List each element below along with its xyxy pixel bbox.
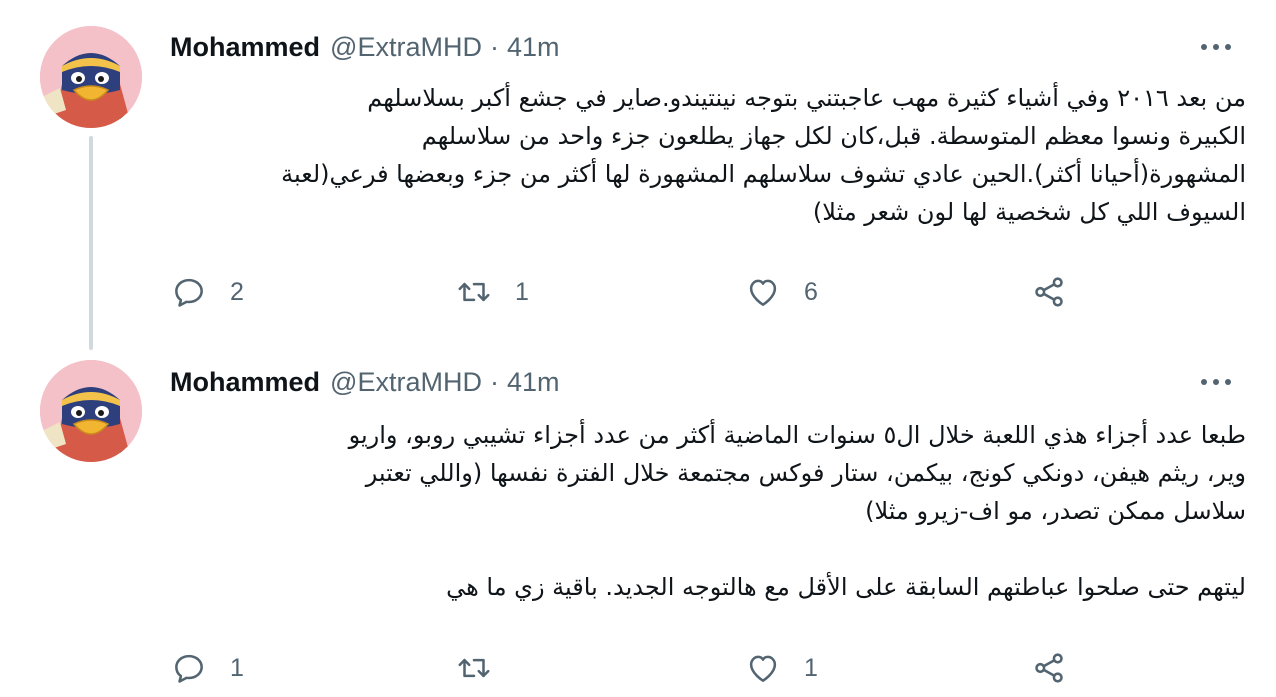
heart-icon	[749, 655, 777, 682]
tweet-text-line: الكبيرة ونسوا معظم المتوسطة. قبل،كان لكل…	[421, 122, 1246, 150]
tweet-actions: 1 1	[170, 648, 1236, 688]
reply-icon	[175, 278, 203, 307]
tweet[interactable]: Mohammed @ExtraMHD · 41m طبعا عدد أجزاء …	[0, 338, 1276, 697]
reply-count: 2	[230, 277, 244, 306]
share-icon	[1035, 653, 1063, 683]
more-horizontal-icon	[1201, 379, 1231, 385]
like-button[interactable]: 1	[744, 648, 818, 688]
tweet-text-line: وير، ريثم هيفن، دونكي كونج، بيكمن، ستار …	[365, 459, 1246, 487]
retweet-button[interactable]: 1	[455, 272, 529, 312]
retweet-icon	[458, 282, 490, 302]
reply-button[interactable]: 2	[170, 272, 244, 312]
author-name[interactable]: Mohammed	[170, 32, 320, 63]
heart-icon	[749, 279, 777, 306]
like-count: 6	[804, 277, 818, 306]
like-count: 1	[804, 653, 818, 682]
tweet-thread: Mohammed @ExtraMHD · 41m من بعد ٢٠١٦ وفي…	[0, 0, 1276, 697]
retweet-count: 1	[515, 277, 529, 306]
share-button[interactable]	[1030, 272, 1068, 312]
header-separator: ·	[489, 366, 499, 397]
like-button[interactable]: 6	[744, 272, 818, 312]
author-handle[interactable]: @ExtraMHD	[330, 32, 482, 63]
more-horizontal-icon	[1201, 44, 1231, 50]
tweet-text-line: ليتهم حتى صلحوا عباطتهم السابقة على الأق…	[446, 573, 1246, 601]
tweet-header: Mohammed @ExtraMHD · 41m	[170, 362, 1236, 402]
tweet-text-line: السيوف اللي كل شخصية لها لون شعر مثلا)	[812, 198, 1246, 226]
reply-icon	[175, 654, 203, 683]
cartoon-penguin-avatar-icon	[40, 360, 142, 462]
share-icon	[1035, 277, 1063, 307]
tweet-text-line: سلاسل ممكن تصدر، مو اف-زيرو مثلا)	[865, 497, 1246, 525]
share-button[interactable]	[1030, 648, 1068, 688]
author-handle[interactable]: @ExtraMHD	[330, 367, 482, 398]
tweet-text: من بعد ٢٠١٦ وفي أشياء كثيرة مهب عاجبتني …	[170, 79, 1246, 231]
tweet-timestamp[interactable]: 41m	[507, 32, 560, 63]
tweet[interactable]: Mohammed @ExtraMHD · 41m من بعد ٢٠١٦ وفي…	[0, 0, 1276, 338]
cartoon-penguin-avatar-icon	[40, 26, 142, 128]
more-options-button[interactable]	[1196, 366, 1236, 398]
header-separator: ·	[489, 31, 499, 62]
tweet-text: طبعا عدد أجزاء هذي اللعبة خلال ال٥ سنوات…	[170, 416, 1246, 606]
avatar[interactable]	[40, 360, 142, 462]
more-options-button[interactable]	[1196, 31, 1236, 63]
retweet-icon	[458, 658, 490, 678]
reply-count: 1	[230, 653, 244, 682]
tweet-header: Mohammed @ExtraMHD · 41m	[170, 27, 1236, 67]
tweet-text-line: المشهورة(أحيانا أكثر).الحين عادي تشوف سل…	[281, 160, 1246, 188]
retweet-button[interactable]	[455, 648, 515, 688]
tweet-text-line: من بعد ٢٠١٦ وفي أشياء كثيرة مهب عاجبتني …	[367, 84, 1246, 112]
author-name[interactable]: Mohammed	[170, 367, 320, 398]
avatar[interactable]	[40, 26, 142, 128]
reply-button[interactable]: 1	[170, 648, 244, 688]
tweet-text-line: طبعا عدد أجزاء هذي اللعبة خلال ال٥ سنوات…	[348, 421, 1246, 449]
tweet-actions: 2 1 6	[170, 272, 1236, 312]
tweet-timestamp[interactable]: 41m	[507, 367, 560, 398]
